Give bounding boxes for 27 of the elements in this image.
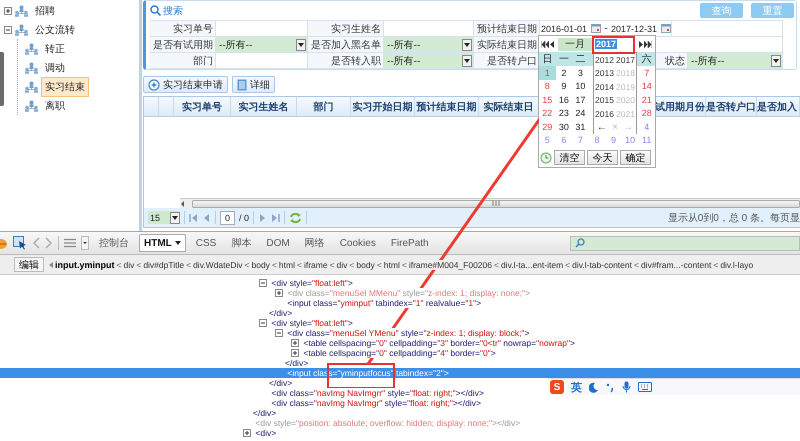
range-separator: - <box>603 23 609 34</box>
breadcrumb-separator: < <box>565 260 570 270</box>
breadcrumb-separator: < <box>349 260 354 270</box>
breadcrumb-separator: < <box>402 260 407 270</box>
field-label: 是否转入职 <box>308 53 384 69</box>
breadcrumb-separator: < <box>244 260 250 270</box>
breadcrumb-separator: < <box>136 260 142 270</box>
field-label: 部门 <box>150 53 216 69</box>
breadcrumb-separator: < <box>272 260 277 270</box>
field-label: 实际结束日期 <box>474 37 540 53</box>
field-label: 实习单号 <box>150 21 216 37</box>
breadcrumb-separator: < <box>296 260 302 270</box>
breadcrumb-separator: < <box>116 260 122 270</box>
field-label: 实习生姓名 <box>308 21 384 37</box>
field-label: 预计结束日期 <box>474 21 540 37</box>
field-label: 是否有试用期 <box>150 37 216 53</box>
breadcrumb-separator: < <box>376 260 382 270</box>
breadcrumb-separator: < <box>330 260 335 270</box>
pager-summary: 显示从0到0，总 0 条。每页显 <box>668 212 800 224</box>
panel-title: 搜索 <box>163 4 183 18</box>
page-count: / 0 <box>239 212 250 222</box>
breadcrumb-separator: < <box>634 260 639 270</box>
breadcrumb-separator: < <box>186 260 192 270</box>
breadcrumb-separator: < <box>713 260 718 270</box>
breadcrumb-separator: < <box>494 260 499 270</box>
field-label: 是否加入黑名单 <box>308 37 384 53</box>
field-label: 是否转户口 <box>474 53 540 69</box>
